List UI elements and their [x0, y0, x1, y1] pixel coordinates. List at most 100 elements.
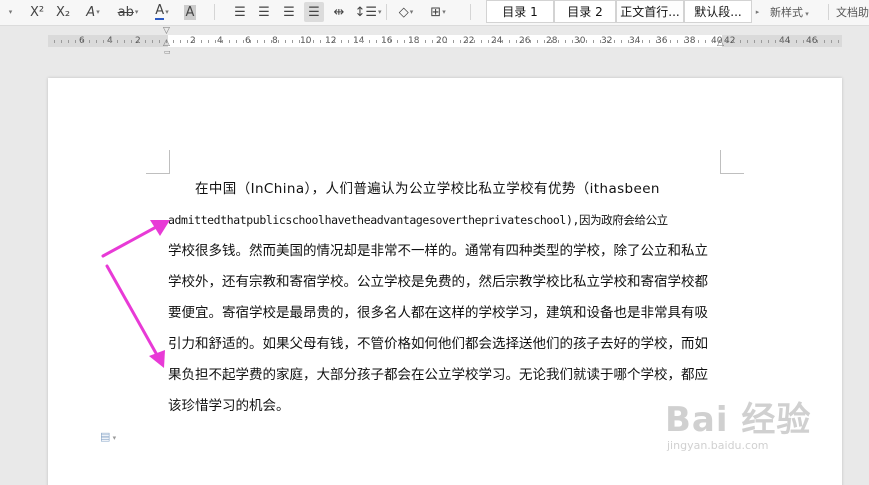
paragraph-layout-button[interactable]: ▤ ▾ — [100, 430, 116, 443]
ruler-tick — [138, 40, 139, 43]
ruler-tick — [733, 40, 734, 43]
ruler-tick — [544, 40, 545, 43]
ruler-tick — [670, 40, 671, 43]
ruler-tick — [432, 40, 433, 43]
ruler-tick — [397, 40, 398, 43]
font-color-button[interactable]: A ▾ — [148, 2, 176, 22]
ruler-tick — [110, 40, 111, 43]
ruler-tick — [208, 40, 209, 43]
text-effect-button[interactable]: A ▾ — [80, 2, 106, 22]
justify-button[interactable]: ☰ — [304, 2, 324, 22]
ruler-tick — [691, 40, 692, 43]
distributed-align-icon: ⇹ — [333, 4, 345, 20]
ruler-tick — [215, 40, 216, 43]
paragraph-line: 学校很多钱。然而美国的情况却是非常不一样的。通常有四种类型的学校，除了公立和私立 — [168, 243, 708, 259]
ruler-tick — [537, 40, 538, 43]
doc-helper-button[interactable]: 文档助 — [836, 4, 869, 20]
align-left-button[interactable]: ☰ — [230, 2, 250, 22]
line-spacing-button[interactable]: ↕☰ ▾ — [354, 2, 382, 22]
ruler-tick — [509, 40, 510, 43]
ruler-tick — [145, 40, 146, 43]
ruler-tick — [726, 40, 727, 43]
style-label: 目录 2 — [567, 5, 603, 19]
first-line-indent-marker[interactable]: ▽ — [163, 26, 170, 36]
ruler-tick — [817, 40, 818, 43]
ruler-tick — [131, 40, 132, 43]
ruler-number: 46 — [806, 36, 818, 46]
ruler-tick — [180, 40, 181, 43]
ruler-tick — [684, 40, 685, 43]
ruler-tick — [390, 40, 391, 43]
superscript-button[interactable]: X² — [26, 2, 48, 22]
shading-button[interactable]: ◇ ▾ — [392, 2, 420, 22]
justify-icon: ☰ — [308, 4, 320, 20]
ruler-number: 26 — [519, 36, 531, 46]
left-indent-marker[interactable]: ▭ — [164, 48, 171, 56]
new-style-button[interactable]: 新样式 ▾ — [770, 4, 809, 20]
ruler-tick — [250, 40, 251, 43]
ruler-tick — [831, 40, 832, 43]
ruler-tick — [117, 40, 118, 43]
ruler-tick — [334, 40, 335, 43]
toolbar-divider — [828, 4, 829, 20]
ruler-tick — [341, 40, 342, 43]
ruler-tick — [747, 40, 748, 43]
ruler-tick — [712, 40, 713, 43]
ruler-tick — [173, 40, 174, 43]
ruler-tick — [159, 40, 160, 43]
ruler-tick — [61, 40, 62, 43]
align-left-icon: ☰ — [234, 4, 246, 20]
paragraph-line: admittedthatpublicschoolhavetheadvantage… — [168, 213, 668, 227]
ruler-tick — [775, 40, 776, 43]
ruler-tick — [810, 40, 811, 43]
character-shading-button[interactable]: A — [180, 2, 200, 22]
ruler-tick — [257, 40, 258, 43]
align-center-button[interactable]: ☰ — [254, 2, 274, 22]
highlight-icon: ab — [117, 4, 134, 20]
borders-button[interactable]: ⊞ ▾ — [424, 2, 452, 22]
ruler-tick — [425, 40, 426, 43]
formatting-toolbar: ▾ X² X₂ A ▾ ab ▾ A ▾ A ☰ ☰ ☰ ☰ ⇹ ↕☰ ▾ ◇ ▾ ⊞ ▾ … — [0, 0, 869, 26]
baidu-jingyan-watermark: Bai 经验 jingyan.baidu.com — [665, 392, 811, 452]
font-size-dropdown-caret[interactable]: ▾ — [4, 2, 16, 22]
ruler-tick — [376, 40, 377, 43]
align-center-icon: ☰ — [258, 4, 270, 20]
distributed-align-button[interactable]: ⇹ — [329, 2, 349, 22]
ruler-tick — [320, 40, 321, 43]
ruler-tick — [558, 40, 559, 43]
ruler-tick — [803, 40, 804, 43]
paragraph-line: 学校外，还有宗教和寄宿学校。公立学校是免费的，然后宗教学校比私立学校和寄宿学校都 — [168, 274, 708, 290]
ruler-tick — [194, 40, 195, 43]
style-toc-2[interactable]: 目录 2 — [554, 0, 616, 23]
ruler-number: 36 — [656, 36, 668, 46]
font-color-icon: A — [155, 3, 165, 20]
ruler-tick — [467, 40, 468, 43]
ruler-tick — [656, 40, 657, 43]
ruler-tick — [453, 40, 454, 43]
ruler-tick — [348, 40, 349, 43]
style-toc-1[interactable]: 目录 1 — [486, 0, 554, 23]
right-indent-marker[interactable]: △ — [717, 38, 724, 48]
ruler-tick — [201, 40, 202, 43]
doc-helper-label: 文档助 — [836, 6, 869, 19]
ruler-tick — [502, 40, 503, 43]
ruler-tick — [152, 40, 153, 43]
style-label: 正文首行... — [620, 5, 680, 19]
style-body-first-indent[interactable]: 正文首行... — [616, 0, 684, 23]
ruler-tick — [418, 40, 419, 43]
styles-gallery-scroll[interactable]: ▸ — [752, 2, 762, 22]
highlight-button[interactable]: ab ▾ — [112, 2, 144, 22]
body-paragraph[interactable]: 在中国（InChina），人们普遍认为公立学校比私立学校有优势（ithasbee… — [168, 174, 724, 422]
ruler-tick — [796, 40, 797, 43]
subscript-button[interactable]: X₂ — [52, 2, 74, 22]
style-default-paragraph[interactable]: 默认段... — [684, 0, 752, 23]
ruler-tick — [824, 40, 825, 43]
ruler-tick — [593, 40, 594, 43]
toolbar-divider — [214, 4, 215, 20]
horizontal-ruler[interactable]: 6422468101214161820222426283032343638404… — [0, 26, 869, 56]
ruler-number: 24 — [491, 36, 503, 46]
hanging-indent-marker[interactable]: △ — [163, 38, 170, 48]
ruler-tick — [68, 40, 69, 43]
align-right-button[interactable]: ☰ — [279, 2, 299, 22]
ruler-tick — [628, 40, 629, 43]
